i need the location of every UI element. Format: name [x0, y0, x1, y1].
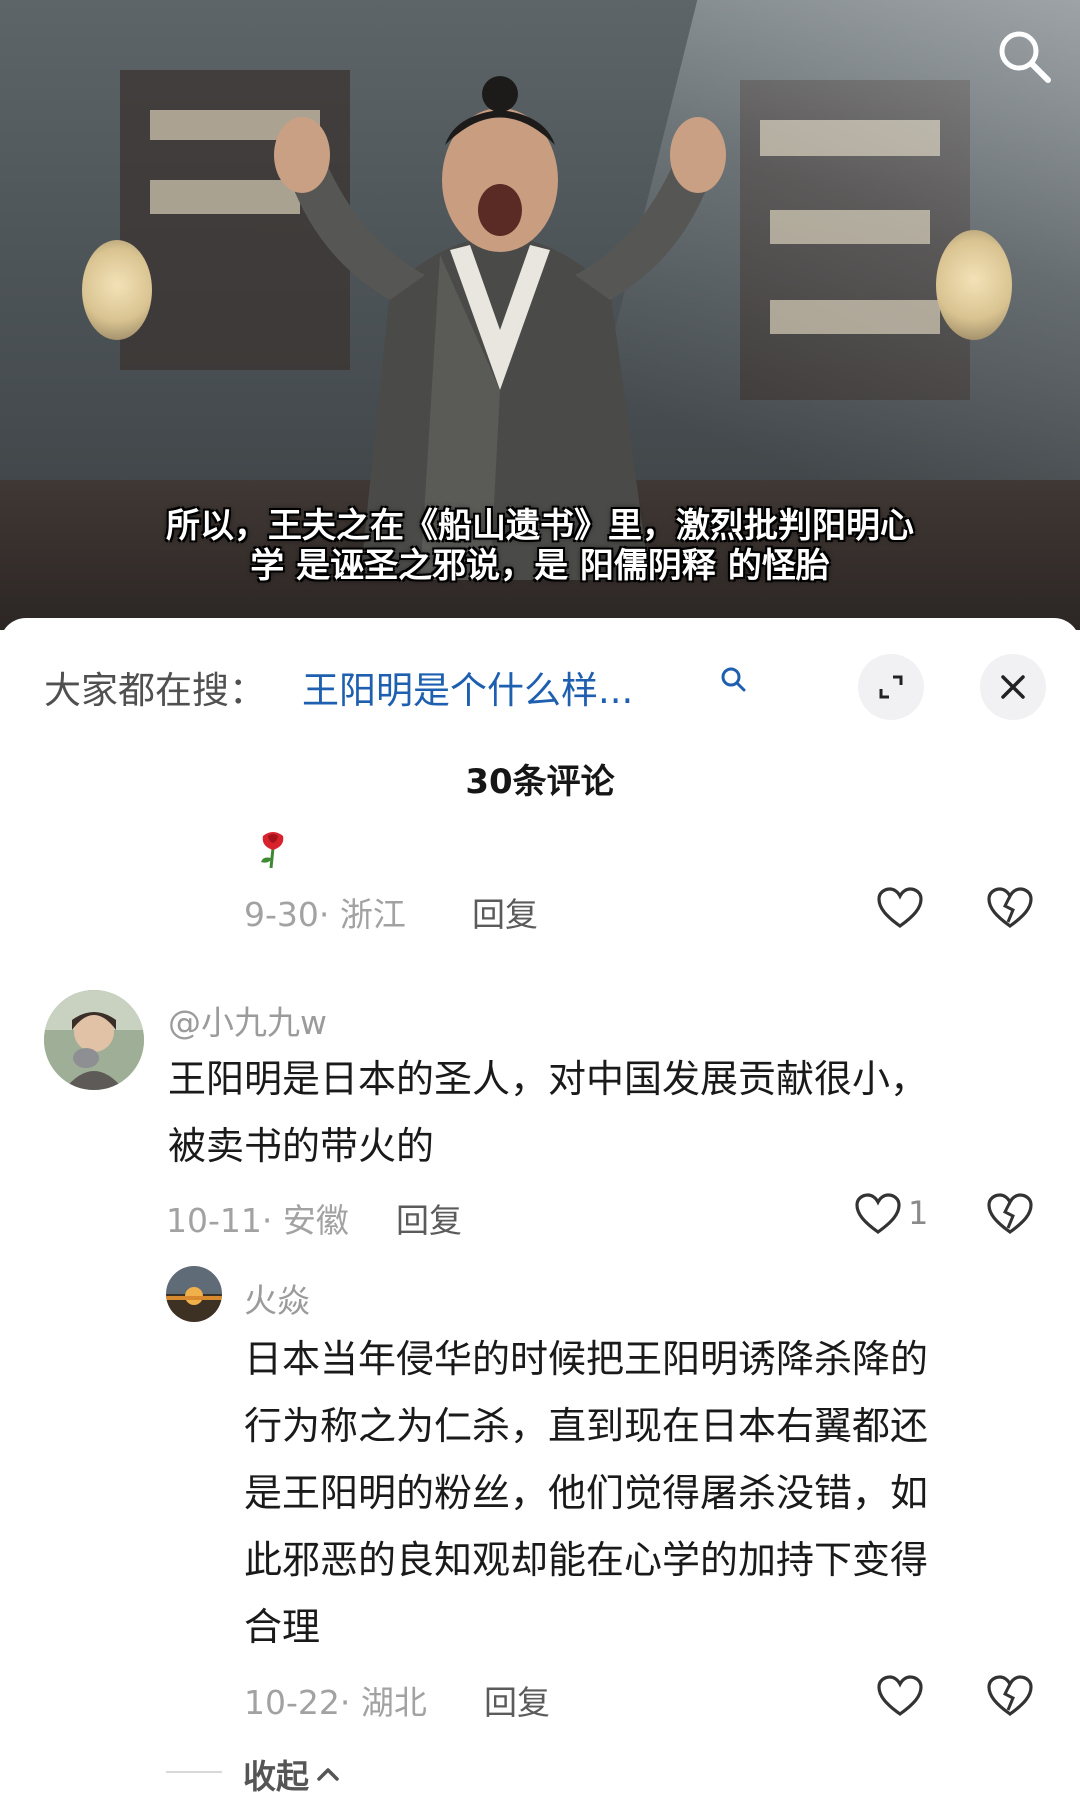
comment-username[interactable]: 火焱	[244, 1274, 310, 1322]
broken-heart-icon[interactable]	[986, 886, 1034, 930]
hot-search-query-link[interactable]: 王阳明是个什么样...	[302, 660, 633, 714]
heart-icon[interactable]	[854, 1192, 902, 1236]
comment-count-title: 30条评论	[465, 762, 615, 802]
broken-heart-icon[interactable]	[986, 1674, 1034, 1718]
avatar-image	[44, 990, 144, 1090]
lantern-left	[82, 240, 152, 340]
reply-button[interactable]: 回复	[472, 888, 538, 936]
close-icon	[1001, 675, 1025, 699]
scholar-figure	[274, 76, 726, 580]
avatar-image	[166, 1266, 222, 1322]
reply-button[interactable]: 回复	[484, 1676, 550, 1724]
lantern-right	[936, 230, 1012, 340]
comment-text-line: 合理	[244, 1605, 321, 1649]
comment-text: 王阳明是日本的圣人，对中国发展贡献很小， 被卖书的带火的	[168, 1046, 928, 1180]
avatar[interactable]	[44, 990, 144, 1090]
heart-icon[interactable]	[876, 886, 924, 930]
close-button[interactable]	[980, 654, 1046, 720]
collapse-divider	[166, 1771, 222, 1773]
comment-text-line: 行为称之为仁杀，直到现在日本右翼都还	[244, 1404, 929, 1448]
collapse-replies-button[interactable]: 收起	[243, 1750, 341, 1798]
heart-icon[interactable]	[876, 1674, 924, 1718]
video-player[interactable]: 所以，王夫之在《船山遗书》里，激烈批判阳明心 学 是诬圣之邪说，是 阳儒阴释 的…	[0, 0, 1080, 630]
video-subtitle-line-2: 学 是诬圣之邪说，是 阳儒阴释 的怪胎	[250, 546, 830, 586]
comment-text: 日本当年侵华的时候把王阳明诱降杀降的 行为称之为仁杀，直到现在日本右翼都还 是王…	[244, 1326, 928, 1661]
reply-button[interactable]: 回复	[396, 1194, 462, 1242]
comment-username[interactable]: @小九九w	[168, 996, 327, 1044]
broken-heart-icon[interactable]	[986, 1192, 1034, 1236]
chevron-up-icon	[317, 1768, 339, 1781]
comment-date-location: 10-11· 安徽	[166, 1201, 349, 1240]
comment-text-line: 日本当年侵华的时候把王阳明诱降杀降的	[244, 1337, 929, 1381]
like-count: 1	[908, 1194, 929, 1232]
expand-icon	[879, 675, 903, 699]
comment-text-line: 是王阳明的粉丝，他们觉得屠杀没错，如	[244, 1471, 929, 1515]
collapse-label: 收起	[243, 1757, 309, 1796]
rose-emoji-icon	[261, 832, 284, 869]
comment-date-location: 9-30· 浙江	[244, 895, 406, 934]
hot-search-label: 大家都在搜：	[44, 669, 266, 712]
search-icon[interactable]	[994, 26, 1054, 86]
comment-text-line: 王阳明是日本的圣人，对中国发展贡献很小，	[168, 1057, 929, 1101]
avatar[interactable]	[166, 1266, 222, 1322]
expand-button[interactable]	[858, 654, 924, 720]
comment-date-location: 10-22· 湖北	[244, 1683, 427, 1722]
search-icon[interactable]	[718, 664, 748, 694]
comment-text-line: 此邪恶的良知观却能在心学的加持下变得	[244, 1538, 929, 1582]
comment-text-line: 被卖书的带火的	[168, 1124, 435, 1168]
video-subtitle-line-1: 所以，王夫之在《船山遗书》里，激烈批判阳明心	[166, 506, 914, 546]
